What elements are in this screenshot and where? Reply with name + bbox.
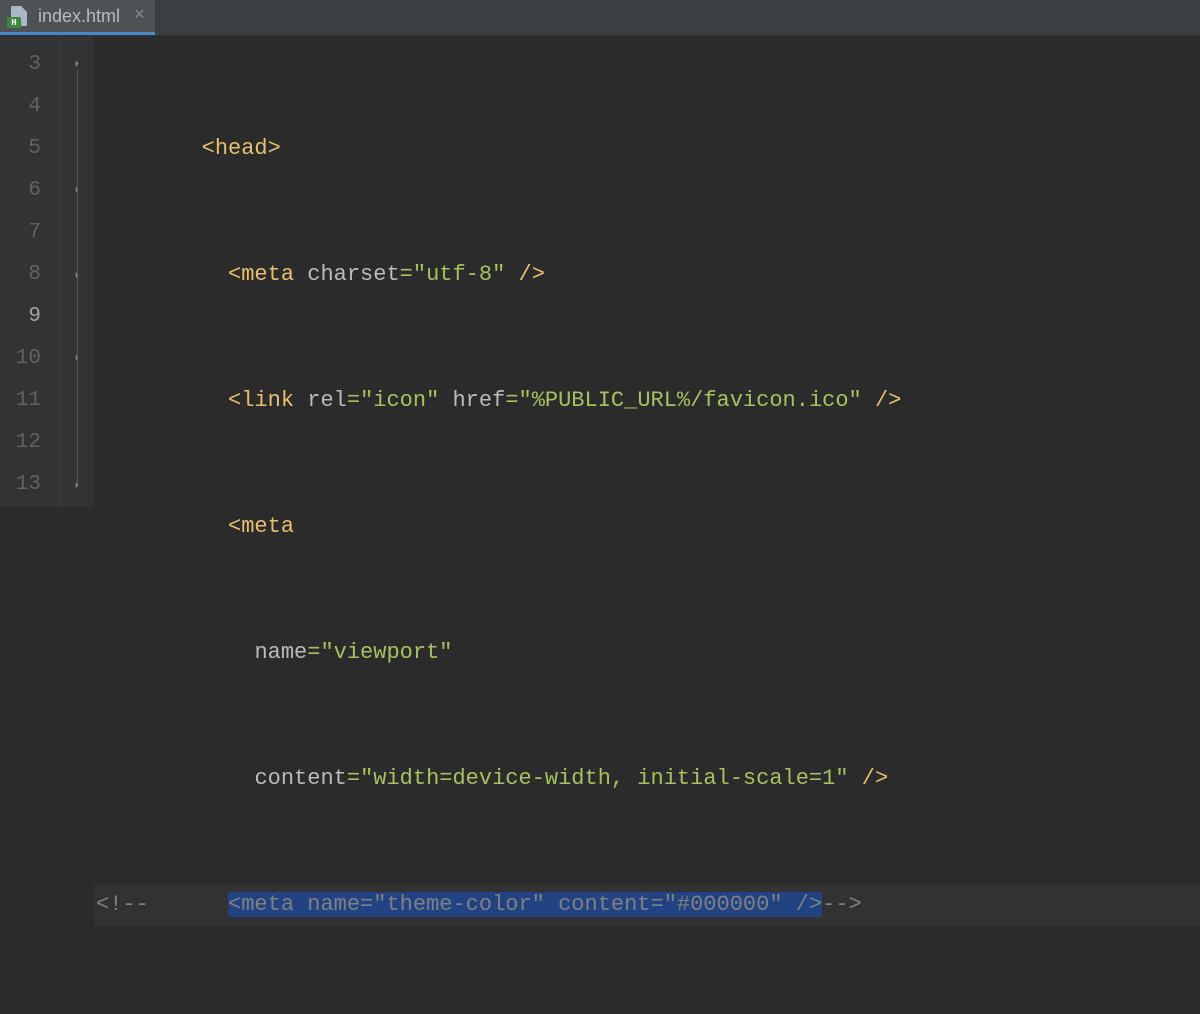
close-icon[interactable]: × bbox=[134, 6, 145, 26]
code-line[interactable]: name="viewport" bbox=[94, 632, 1200, 674]
fold-end-icon[interactable] bbox=[60, 464, 94, 506]
editor-area: 3 4 5 6 7 8 9 10 11 12 13 bbox=[0, 36, 1200, 507]
code-line[interactable]: <head> bbox=[94, 128, 1200, 170]
line-number: 5 bbox=[0, 128, 41, 170]
line-number: 4 bbox=[0, 86, 41, 128]
fold-toggle-icon[interactable] bbox=[60, 170, 94, 212]
code-line[interactable]: <meta charset="utf-8" /> bbox=[94, 254, 1200, 296]
fold-guide bbox=[60, 128, 94, 170]
line-number: 8 bbox=[0, 254, 41, 296]
fold-gutter[interactable] bbox=[60, 36, 94, 507]
line-number: 6 bbox=[0, 170, 41, 212]
fold-guide bbox=[60, 86, 94, 128]
tab-filename: index.html bbox=[38, 6, 120, 27]
line-number-current: 9 bbox=[0, 296, 41, 338]
code-line[interactable]: <link rel="icon" href="%PUBLIC_URL%/favi… bbox=[94, 380, 1200, 422]
line-number: 3 bbox=[0, 44, 41, 86]
fold-toggle-icon[interactable] bbox=[60, 338, 94, 380]
line-number: 7 bbox=[0, 212, 41, 254]
line-number: 12 bbox=[0, 422, 41, 464]
code-line[interactable]: <meta bbox=[94, 506, 1200, 548]
fold-guide bbox=[60, 212, 94, 254]
fold-end-icon[interactable] bbox=[60, 254, 94, 296]
line-number: 10 bbox=[0, 338, 41, 380]
tab-bar: H index.html × bbox=[0, 0, 1200, 36]
selected-text: <meta name="theme-color" content="#00000… bbox=[228, 892, 822, 917]
code-content[interactable]: <head> <meta charset="utf-8" /> <link re… bbox=[94, 36, 1200, 507]
code-line[interactable]: <meta bbox=[94, 1010, 1200, 1014]
line-number: 11 bbox=[0, 380, 41, 422]
code-line-current[interactable]: <!-- <meta name="theme-color" content="#… bbox=[94, 884, 1200, 926]
editor-tab[interactable]: H index.html × bbox=[0, 0, 155, 35]
line-number-gutter[interactable]: 3 4 5 6 7 8 9 10 11 12 13 bbox=[0, 36, 60, 507]
fold-guide bbox=[60, 296, 94, 338]
line-number: 13 bbox=[0, 464, 41, 506]
fold-toggle-icon[interactable] bbox=[60, 44, 94, 86]
fold-guide bbox=[60, 422, 94, 464]
fold-guide bbox=[60, 380, 94, 422]
html-file-icon: H bbox=[8, 5, 30, 27]
code-line[interactable]: content="width=device-width, initial-sca… bbox=[94, 758, 1200, 800]
